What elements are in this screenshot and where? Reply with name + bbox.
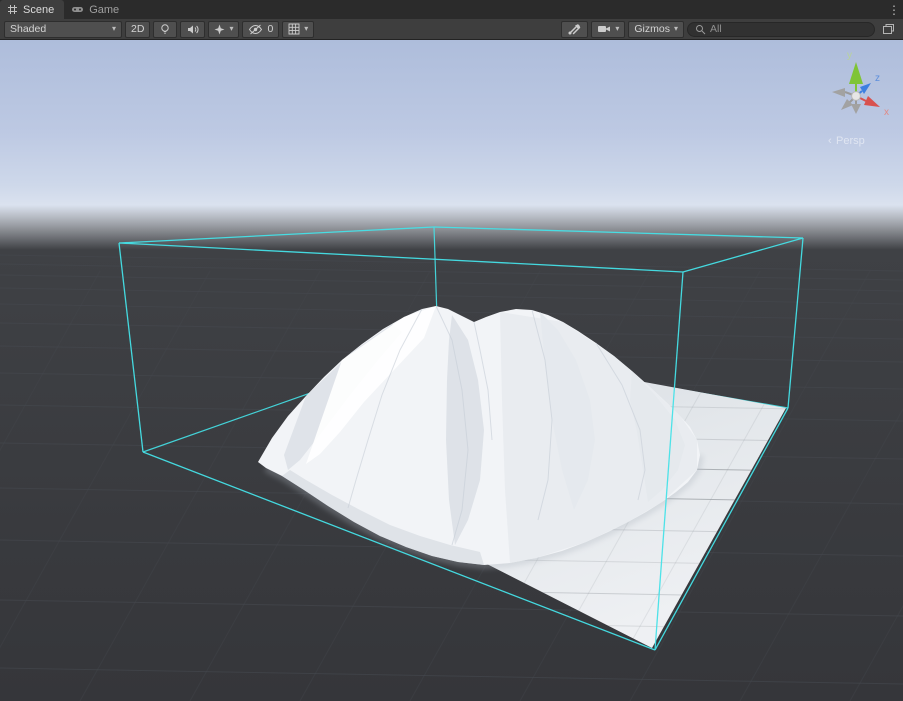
tab-scene[interactable]: Scene xyxy=(0,0,64,19)
camera-icon xyxy=(597,24,611,34)
light-bulb-icon xyxy=(159,23,171,35)
projection-label: Persp xyxy=(836,135,865,147)
gizmo-center-ball[interactable] xyxy=(852,92,861,101)
gizmos-label: Gizmos xyxy=(634,23,670,35)
kebab-menu-icon[interactable]: ⋮ xyxy=(885,0,903,19)
scene-lighting-button[interactable] xyxy=(153,21,177,38)
tools-wrench-icon xyxy=(567,23,582,35)
scene-grid-icon xyxy=(7,4,18,15)
toggle-2d-button[interactable]: 2D xyxy=(125,21,150,38)
hidden-object-count: 0 xyxy=(267,23,273,35)
scene-viewport[interactable]: y x z ‹ Persp xyxy=(0,40,903,701)
scene-search-input[interactable]: All xyxy=(687,22,875,37)
chevron-down-icon: ▾ xyxy=(615,25,619,33)
toggle-2d-label: 2D xyxy=(131,23,144,35)
tab-scene-label: Scene xyxy=(23,4,54,16)
effects-sparkle-icon xyxy=(214,24,225,35)
grid-icon xyxy=(288,23,300,35)
tab-game[interactable]: Game xyxy=(64,0,129,19)
chevron-down-icon: ▾ xyxy=(674,25,678,33)
gizmos-dropdown[interactable]: Gizmos ▾ xyxy=(628,21,684,38)
search-value: All xyxy=(710,23,722,35)
effects-dropdown[interactable]: ▾ xyxy=(208,21,239,38)
draw-mode-label: Shaded xyxy=(10,23,46,35)
z-axis-label: z xyxy=(875,73,880,84)
scene-render[interactable]: y x z ‹ Persp xyxy=(0,40,903,701)
speaker-icon xyxy=(186,24,199,35)
editor-tools-button[interactable] xyxy=(561,21,588,38)
x-axis-label: x xyxy=(884,107,889,118)
scene-visibility-button[interactable]: 0 xyxy=(242,21,279,38)
chevron-down-icon: ▾ xyxy=(112,25,116,33)
tab-bar: Scene Game ⋮ xyxy=(0,0,903,19)
draw-mode-dropdown[interactable]: Shaded ▾ xyxy=(4,21,122,38)
eye-slash-icon xyxy=(248,24,263,35)
scene-toolbar: Shaded ▾ 2D ▾ 0 ▾ xyxy=(0,19,903,40)
projection-arrow-icon: ‹ xyxy=(828,135,832,147)
grid-visibility-dropdown[interactable]: ▾ xyxy=(282,21,314,38)
tab-game-label: Game xyxy=(89,4,119,16)
game-controller-icon xyxy=(71,5,84,14)
scene-audio-button[interactable] xyxy=(180,21,205,38)
scene-camera-dropdown[interactable]: ▾ xyxy=(591,21,625,38)
overlapping-windows-icon xyxy=(882,23,895,35)
y-axis-label: y xyxy=(847,50,852,61)
chevron-down-icon: ▾ xyxy=(304,25,308,33)
maximize-view-button[interactable] xyxy=(878,21,899,38)
search-icon xyxy=(695,24,706,35)
chevron-down-icon: ▾ xyxy=(229,25,233,33)
